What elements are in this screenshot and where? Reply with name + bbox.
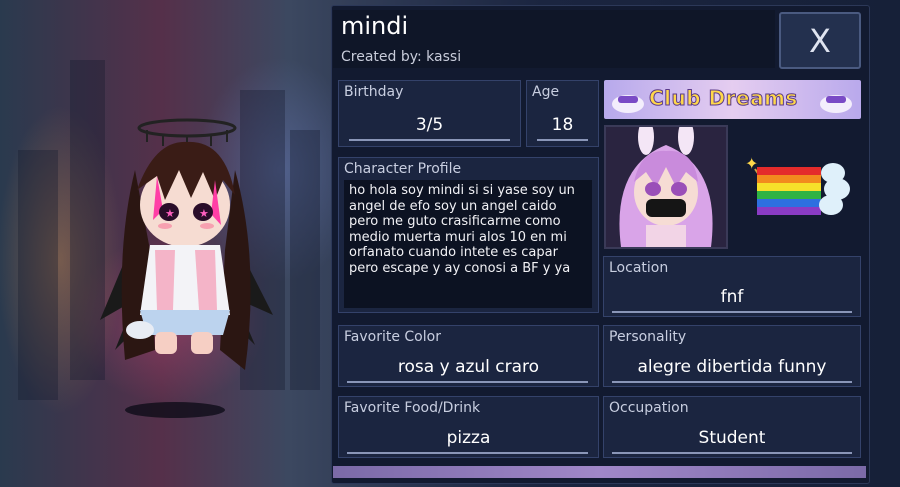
creator-label: Created by: kassi: [341, 49, 462, 65]
location-label: Location: [609, 260, 669, 276]
favorite-color-label: Favorite Color: [344, 329, 441, 345]
favorite-food-field: Favorite Food/Drink pizza: [338, 396, 599, 458]
close-icon: X: [809, 21, 831, 60]
personality-underline: [612, 381, 852, 383]
cloud-sleep-icon: [820, 95, 852, 113]
age-label: Age: [532, 84, 560, 100]
age-field: Age 18: [526, 80, 599, 147]
favorite-color-value: rosa y azul craro: [397, 357, 540, 377]
rainbow-flag-icon: ✦: [745, 155, 850, 215]
birthday-field: Birthday 3/5: [338, 80, 521, 147]
location-underline: [612, 311, 852, 313]
cloud-sleep-icon: [612, 95, 644, 113]
age-value: 18: [551, 115, 574, 135]
club-dreams-banner: Club Dreams: [604, 80, 861, 119]
svg-text:★: ★: [199, 207, 209, 220]
personality-field: Personality alegre dibertida funny: [603, 325, 861, 387]
occupation-value: Student: [698, 428, 766, 448]
favorite-color-field: Favorite Color rosa y azul craro: [338, 325, 599, 387]
character-name: mindi: [341, 12, 409, 40]
character-portrait: [604, 125, 728, 249]
background-building: [18, 150, 58, 400]
location-value: fnf: [720, 287, 744, 307]
birthday-label: Birthday: [344, 84, 404, 100]
personality-label: Personality: [609, 329, 687, 345]
birthday-value: 3/5: [415, 115, 444, 135]
club-dreams-title: Club Dreams: [649, 86, 798, 111]
character-sprite: ★ ★: [100, 118, 273, 370]
favorite-color-underline: [347, 381, 588, 383]
occupation-underline: [612, 452, 852, 454]
favorite-food-value: pizza: [446, 428, 491, 448]
age-underline: [537, 139, 588, 141]
location-field: Location fnf: [603, 256, 861, 317]
profile-label: Character Profile: [344, 161, 462, 177]
background-building: [290, 130, 320, 390]
occupation-field: Occupation Student: [603, 396, 861, 458]
occupation-label: Occupation: [609, 400, 689, 416]
favorite-food-underline: [347, 452, 588, 454]
profile-text[interactable]: ho hola soy mindi si si yase soy un ange…: [344, 180, 592, 308]
svg-text:★: ★: [165, 207, 175, 220]
personality-value: alegre dibertida funny: [637, 357, 827, 377]
favorite-food-label: Favorite Food/Drink: [344, 400, 481, 416]
birthday-underline: [349, 139, 510, 141]
close-button[interactable]: X: [779, 12, 861, 69]
panel-bottom-bar: [333, 466, 866, 478]
